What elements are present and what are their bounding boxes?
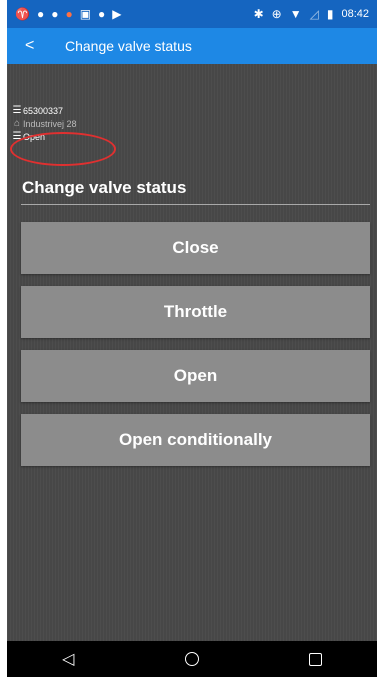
- play-icon: ▶: [112, 7, 122, 21]
- recents-nav-icon[interactable]: [308, 652, 322, 666]
- valve-address-row: ⌂ Industrivej 28: [11, 117, 377, 130]
- valve-icon: ☰: [12, 105, 22, 116]
- phone-screen: ♈ ● ● ● ▣ ● ▶ ✱ ⊕ ▼ ◿ ▮ 08:42 < Change v…: [7, 0, 377, 677]
- home-icon: ⌂: [13, 118, 21, 129]
- open-button[interactable]: Open: [21, 350, 370, 402]
- navigation-bar: ◁: [7, 641, 377, 677]
- notification-icon: ●: [36, 7, 45, 21]
- wifi-icon: ▼: [289, 7, 302, 21]
- throttle-button[interactable]: Throttle: [21, 286, 370, 338]
- open-conditionally-button[interactable]: Open conditionally: [21, 414, 370, 466]
- back-nav-icon[interactable]: ◁: [62, 649, 74, 669]
- status-bar: ♈ ● ● ● ▣ ● ▶ ✱ ⊕ ▼ ◿ ▮ 08:42: [7, 0, 377, 28]
- back-icon[interactable]: <: [25, 37, 65, 55]
- status-highlight-circle: [10, 132, 116, 166]
- battery-icon: ▮: [326, 7, 334, 21]
- home-nav-icon[interactable]: [184, 652, 199, 666]
- calendar-icon: ▣: [79, 7, 92, 21]
- app-bar-title: Change valve status: [65, 38, 192, 54]
- clock: 08:42: [341, 8, 369, 20]
- data-icon: ⊕: [271, 7, 282, 21]
- notification-icon: ●: [51, 7, 59, 21]
- valve-id: 65300337: [23, 105, 64, 116]
- close-button[interactable]: Close: [21, 222, 370, 274]
- valve-id-row: ☰ 65300337: [11, 104, 377, 117]
- bluetooth-icon: ✱: [253, 7, 264, 21]
- valve-address: Industrivej 28: [23, 118, 77, 129]
- divider: [21, 204, 370, 205]
- section-title: Change valve status: [22, 178, 187, 197]
- app-bar: < Change valve status: [7, 28, 377, 64]
- app-icon: ●: [98, 7, 106, 21]
- app-icon: ●: [65, 7, 73, 21]
- no-signal-icon: ◿: [309, 7, 319, 21]
- signal-icon: ♈: [15, 7, 30, 21]
